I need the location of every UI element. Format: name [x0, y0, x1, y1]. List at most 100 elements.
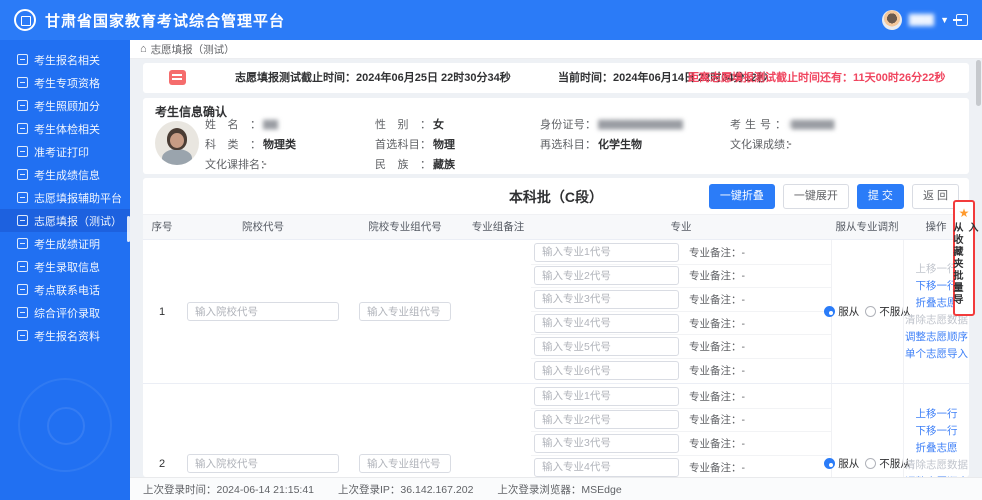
radio-checked-icon [824, 458, 836, 469]
radio-unchecked-icon [865, 458, 877, 469]
major6-code-input[interactable] [534, 361, 679, 381]
expand-all-button[interactable]: 一键展开 [782, 184, 849, 209]
major3-code-input[interactable] [534, 433, 679, 453]
obey-radio[interactable]: 服从 [824, 456, 859, 471]
college-code-input[interactable] [187, 302, 339, 321]
major-remark: 专业备注：- [689, 246, 745, 259]
major2-code-input[interactable] [534, 410, 679, 430]
user-name[interactable]: ████ [909, 15, 934, 26]
sidebar-nav: 考生报名相关 考生专项资格 考生照顾加分 考生体检相关 准考证打印 考生成绩信息 [0, 40, 130, 500]
scrollbar-thumb[interactable] [976, 60, 981, 106]
chevron-down-icon[interactable]: ▼ [940, 15, 949, 25]
volunteer-table-card: 本科批（C段） 一键折叠 一键展开 提 交 返 回 序号 院校代号 院校专业组代… [143, 178, 969, 477]
action-move-up[interactable]: 上移一行 [916, 406, 958, 422]
radio-unchecked-icon [865, 306, 877, 317]
major4-code-input[interactable] [534, 313, 679, 333]
field-culture-rank: 文化课排名- [205, 154, 375, 174]
collapse-all-button[interactable]: 一键折叠 [708, 184, 775, 209]
sidebar-item-admission-ticket-print[interactable]: 准考证打印 [0, 140, 130, 163]
sidebar-item-label: 考生照顾加分 [34, 100, 100, 113]
college-code-input[interactable] [187, 454, 339, 473]
field-ethnic: 民族藏族 [375, 154, 540, 174]
app-title: 甘肃省国家教育考试综合管理平台 [45, 12, 286, 30]
sidebar-item-label: 考点联系电话 [34, 284, 100, 297]
sidebar-item-label: 考生专项资格 [34, 77, 100, 90]
major5-code-input[interactable] [534, 337, 679, 357]
sidebar-item-comprehensive-evaluation[interactable]: 综合评价录取 [0, 301, 130, 324]
batch-import-from-favorites-button[interactable]: ★ 从收藏夹批量导入 [951, 200, 977, 316]
last-login-ip: 上次登录IP：36.142.167.202 [338, 482, 473, 497]
field-name: 姓名███ [205, 114, 375, 134]
action-move-down[interactable]: 下移一行 [916, 423, 958, 439]
major2-code-input[interactable] [534, 266, 679, 286]
sidebar-item-exam-site-phone[interactable]: 考点联系电话 [0, 278, 130, 301]
logout-icon[interactable] [953, 14, 968, 26]
sidebar-item-label: 综合评价录取 [34, 307, 100, 320]
main-content: ⌂ 志愿填报（测试） 志愿填报测试截止时间：2024年06月25日 22时30分… [130, 40, 982, 500]
last-login-browser: 上次登录浏览器：MSEdge [497, 482, 621, 497]
home-icon[interactable]: ⌂ [140, 43, 147, 55]
breadcrumb: ⌂ 志愿填报（测试） [130, 40, 982, 59]
deadline-value: 2024年06月25日 22时30分34秒 [356, 72, 511, 84]
sidebar-item-score-info[interactable]: 考生成绩信息 [0, 163, 130, 186]
col-obey-adjust: 服从专业调剂 [835, 221, 899, 233]
major-remark: 专业备注：- [689, 365, 745, 378]
last-login-ip-value: 36.142.167.202 [400, 483, 474, 496]
submit-button[interactable]: 提 交 [856, 184, 904, 209]
back-button[interactable]: 返 回 [911, 184, 959, 209]
obey-radio[interactable]: 服从 [824, 304, 859, 319]
obey-label: 服从 [838, 306, 860, 318]
major4-code-input[interactable] [534, 457, 679, 477]
check-icon [17, 77, 28, 88]
message-icon [169, 70, 186, 85]
sidebar-scrollbar-thumb[interactable] [127, 216, 130, 242]
app-window: 甘肃省国家教育考试综合管理平台 ████ ▼ 考生报名相关 考生专项资格 考生照… [0, 0, 982, 500]
breadcrumb-current: 志愿填报（测试） [150, 43, 235, 56]
countdown-value: 11天00时26分22秒 [853, 72, 946, 84]
major1-code-input[interactable] [534, 386, 679, 406]
countdown-text: 距离志愿填报测试截止时间还有：11天00时26分22秒 [688, 63, 945, 93]
sidebar-item-physical-exam[interactable]: 考生体检相关 [0, 117, 130, 140]
action-clear-data[interactable]: 清除志愿数据 [905, 457, 968, 473]
major3-code-input[interactable] [534, 289, 679, 309]
sidebar-item-registration-materials[interactable]: 考生报名资料 [0, 324, 130, 347]
major1-code-input[interactable] [534, 242, 679, 262]
last-login-ip-label: 上次登录IP： [338, 483, 401, 496]
star-icon: ★ [958, 206, 970, 220]
group-code-input[interactable] [359, 454, 451, 473]
sidebar-item-special-qualification[interactable]: 考生专项资格 [0, 71, 130, 94]
sidebar-item-label: 考生成绩证明 [34, 238, 100, 251]
radio-checked-icon [824, 306, 836, 317]
row-seq: 2 [158, 457, 166, 470]
last-login-browser-value: MSEdge [581, 483, 622, 496]
major-remark: 专业备注：- [689, 414, 745, 427]
sidebar-item-registration[interactable]: 考生报名相关 [0, 48, 130, 71]
batch-import-label: 从收藏夹批量导入 [951, 222, 977, 306]
action-adjust-order[interactable]: 调整志愿顺序 [905, 329, 968, 345]
major-remark: 专业备注：- [689, 270, 745, 283]
header-user-area[interactable]: ████ ▼ [881, 10, 968, 30]
col-college-code: 院校代号 [242, 221, 284, 233]
watermark-logo [18, 378, 112, 472]
col-major: 专业 [670, 221, 692, 233]
user-avatar[interactable] [881, 10, 902, 30]
action-single-import[interactable]: 单个志愿导入 [905, 346, 968, 362]
major-remark: 专业备注：- [689, 390, 745, 403]
action-collapse[interactable]: 折叠志愿 [916, 440, 958, 456]
sidebar-item-admission-info[interactable]: 考生录取信息 [0, 255, 130, 278]
major-remark: 专业备注：- [689, 293, 745, 306]
major-remark: 专业备注：- [689, 341, 745, 354]
sidebar-item-score-certificate[interactable]: 考生成绩证明 [0, 232, 130, 255]
majors-cell: 专业备注：- 专业备注：- 专业备注：- 专业备注：- 专业备注：- 专业备注：… [531, 240, 831, 383]
sidebar-item-bonus-points[interactable]: 考生照顾加分 [0, 94, 130, 117]
candidate-photo [155, 121, 199, 165]
group-code-input[interactable] [359, 302, 451, 321]
volunteer-row: 1 专业备注：- 专业备注：- 专业备注：- 专业备注：- 专业备注：- 专业备… [143, 240, 969, 384]
plus-icon [17, 100, 28, 111]
sidebar-item-volunteer-test[interactable]: 志愿填报（测试） [0, 209, 130, 232]
major-remark: 专业备注：- [689, 437, 745, 450]
doc-icon [17, 54, 28, 65]
sidebar-item-label: 志愿填报辅助平台 [34, 192, 122, 205]
major-remark: 专业备注：- [689, 461, 745, 474]
sidebar-item-volunteer-assist-platform[interactable]: 志愿填报辅助平台 [0, 186, 130, 209]
